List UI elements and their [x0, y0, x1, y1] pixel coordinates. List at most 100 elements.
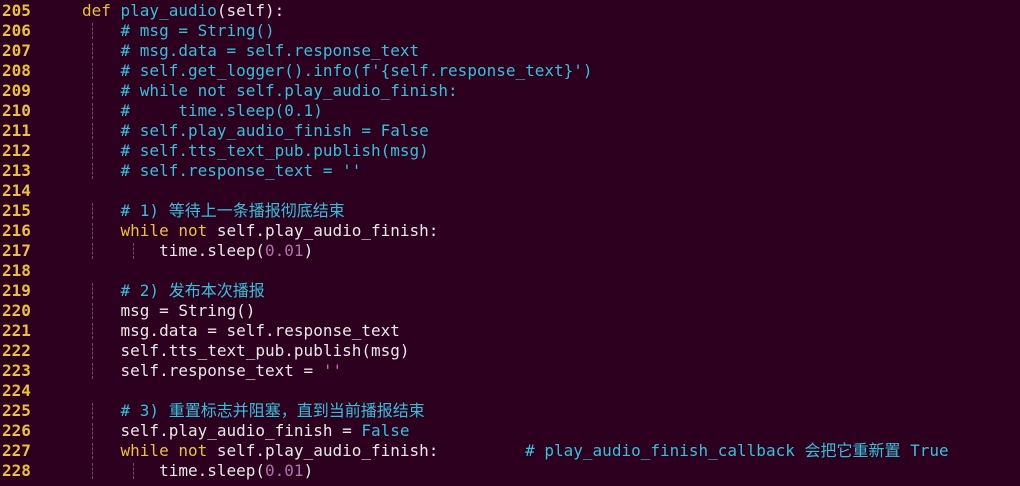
line-number: 212 [2, 141, 31, 160]
line-number: 225 [2, 401, 31, 420]
code-token: ) [303, 461, 314, 480]
code-text: # 1) 等待上一条播报彻底结束 [82, 201, 345, 221]
line-number: 216 [2, 221, 31, 240]
code-line[interactable]: 210 # time.sleep(0.1) [0, 101, 1020, 121]
code-text: # 3) 重置标志并阻塞，直到当前播报结束 [82, 401, 425, 421]
code-token: '' [322, 361, 343, 380]
code-token: 0.01 [265, 461, 304, 480]
code-line[interactable]: 221 msg.data = self.response_text [0, 321, 1020, 341]
code-line[interactable]: 212 # self.tts_text_pub.publish(msg) [0, 141, 1020, 161]
code-token: # play_audio_finish_callback 会把它重新置 True [438, 441, 949, 460]
code-token: # time.sleep(0.1) [82, 101, 323, 120]
code-text: time.sleep(0.01) [82, 241, 313, 261]
line-number: 218 [2, 261, 31, 280]
code-line[interactable]: 218 [0, 261, 1020, 281]
code-token: # msg = String() [82, 21, 275, 40]
code-token: # self.play_audio_finish = False [82, 121, 429, 140]
code-text: # self.response_text = '' [82, 161, 362, 181]
code-token: self.play_audio_finish: [216, 441, 439, 460]
code-line[interactable]: 214 [0, 181, 1020, 201]
line-number: 219 [2, 281, 31, 300]
code-token: # 1) 等待上一条播报彻底结束 [82, 201, 345, 220]
code-text: time.sleep(0.01) [82, 461, 313, 481]
code-line[interactable]: 217 time.sleep(0.01) [0, 241, 1020, 261]
line-number: 215 [2, 201, 31, 220]
line-number: 220 [2, 301, 31, 320]
code-token: # self.response_text = '' [82, 161, 362, 180]
line-number: 209 [2, 81, 31, 100]
code-text: self.tts_text_pub.publish(msg) [82, 341, 410, 361]
line-number: 210 [2, 101, 31, 120]
code-line[interactable]: 216 while not self.play_audio_finish: [0, 221, 1020, 241]
code-line[interactable]: 209 # while not self.play_audio_finish: [0, 81, 1020, 101]
code-line[interactable]: 223 self.response_text = '' [0, 361, 1020, 381]
line-number: 208 [2, 61, 31, 80]
code-line[interactable]: 207 # msg.data = self.response_text [0, 41, 1020, 61]
code-line[interactable]: 206 # msg = String() [0, 21, 1020, 41]
line-number: 205 [2, 1, 31, 20]
code-text: self.play_audio_finish = False [82, 421, 410, 441]
code-text: while not self.play_audio_finish: # play… [82, 441, 949, 461]
code-token: (self): [216, 1, 285, 20]
line-number: 206 [2, 21, 31, 40]
code-token: def [82, 1, 121, 20]
code-line[interactable]: 208 # self.get_logger().info(f'{self.res… [0, 61, 1020, 81]
code-text: # msg = String() [82, 21, 275, 41]
code-line[interactable]: 228 time.sleep(0.01) [0, 461, 1020, 481]
code-token: ) [303, 241, 314, 260]
code-token: self.play_audio_finish: [216, 221, 439, 240]
code-text: msg.data = self.response_text [82, 321, 400, 341]
code-text: # self.get_logger().info(f'{self.respons… [82, 61, 593, 81]
code-token: msg.data = self.response_text [82, 321, 400, 340]
line-number: 226 [2, 421, 31, 440]
code-text: # time.sleep(0.1) [82, 101, 323, 121]
line-number: 211 [2, 121, 31, 140]
code-token: while not [120, 441, 217, 460]
code-token: 0.01 [265, 241, 304, 260]
code-line[interactable]: 226 self.play_audio_finish = False [0, 421, 1020, 441]
code-text: # 2) 发布本次播报 [82, 281, 265, 301]
line-number: 207 [2, 41, 31, 60]
code-token: time.sleep( [82, 241, 266, 260]
code-text: self.response_text = '' [82, 361, 343, 381]
code-text: # self.tts_text_pub.publish(msg) [82, 141, 429, 161]
code-token: # msg.data = self.response_text [82, 41, 420, 60]
code-token: while not [120, 221, 217, 240]
code-token: False [361, 421, 410, 440]
line-number: 213 [2, 161, 31, 180]
code-editor[interactable]: 205 def play_audio(self): 206 # msg = Stri… [0, 0, 1020, 486]
code-line[interactable]: 220 msg = String() [0, 301, 1020, 321]
code-token: msg = String() [82, 301, 256, 320]
code-text: # while not self.play_audio_finish: [82, 81, 458, 101]
line-number: 227 [2, 441, 31, 460]
line-number: 217 [2, 241, 31, 260]
code-line[interactable]: 225 # 3) 重置标志并阻塞，直到当前播报结束 [0, 401, 1020, 421]
line-number: 223 [2, 361, 31, 380]
code-line[interactable]: 213 # self.response_text = '' [0, 161, 1020, 181]
line-number: 228 [2, 461, 31, 480]
code-line[interactable]: 224 [0, 381, 1020, 401]
code-token: # 2) 发布本次播报 [82, 281, 265, 300]
code-text: # msg.data = self.response_text [82, 41, 420, 61]
line-number: 214 [2, 181, 31, 200]
code-token: # self.get_logger().info(f'{self.respons… [82, 61, 593, 80]
code-token: self.response_text = [82, 361, 323, 380]
code-token: play_audio [120, 1, 217, 20]
code-text: def play_audio(self): [82, 1, 284, 21]
code-token: # 3) 重置标志并阻塞，直到当前播报结束 [82, 401, 425, 420]
code-token: # self.tts_text_pub.publish(msg) [82, 141, 429, 160]
code-text: # self.play_audio_finish = False [82, 121, 429, 141]
code-line[interactable]: 205 def play_audio(self): [0, 1, 1020, 21]
line-number: 221 [2, 321, 31, 340]
code-line[interactable]: 222 self.tts_text_pub.publish(msg) [0, 341, 1020, 361]
code-line[interactable]: 219 # 2) 发布本次播报 [0, 281, 1020, 301]
code-line[interactable]: 227 while not self.play_audio_finish: # … [0, 441, 1020, 461]
code-line[interactable]: 211 # self.play_audio_finish = False [0, 121, 1020, 141]
code-line[interactable]: 215 # 1) 等待上一条播报彻底结束 [0, 201, 1020, 221]
code-text: while not self.play_audio_finish: [82, 221, 439, 241]
line-number: 224 [2, 381, 31, 400]
code-text: msg = String() [82, 301, 256, 321]
code-token: # while not self.play_audio_finish: [82, 81, 458, 100]
